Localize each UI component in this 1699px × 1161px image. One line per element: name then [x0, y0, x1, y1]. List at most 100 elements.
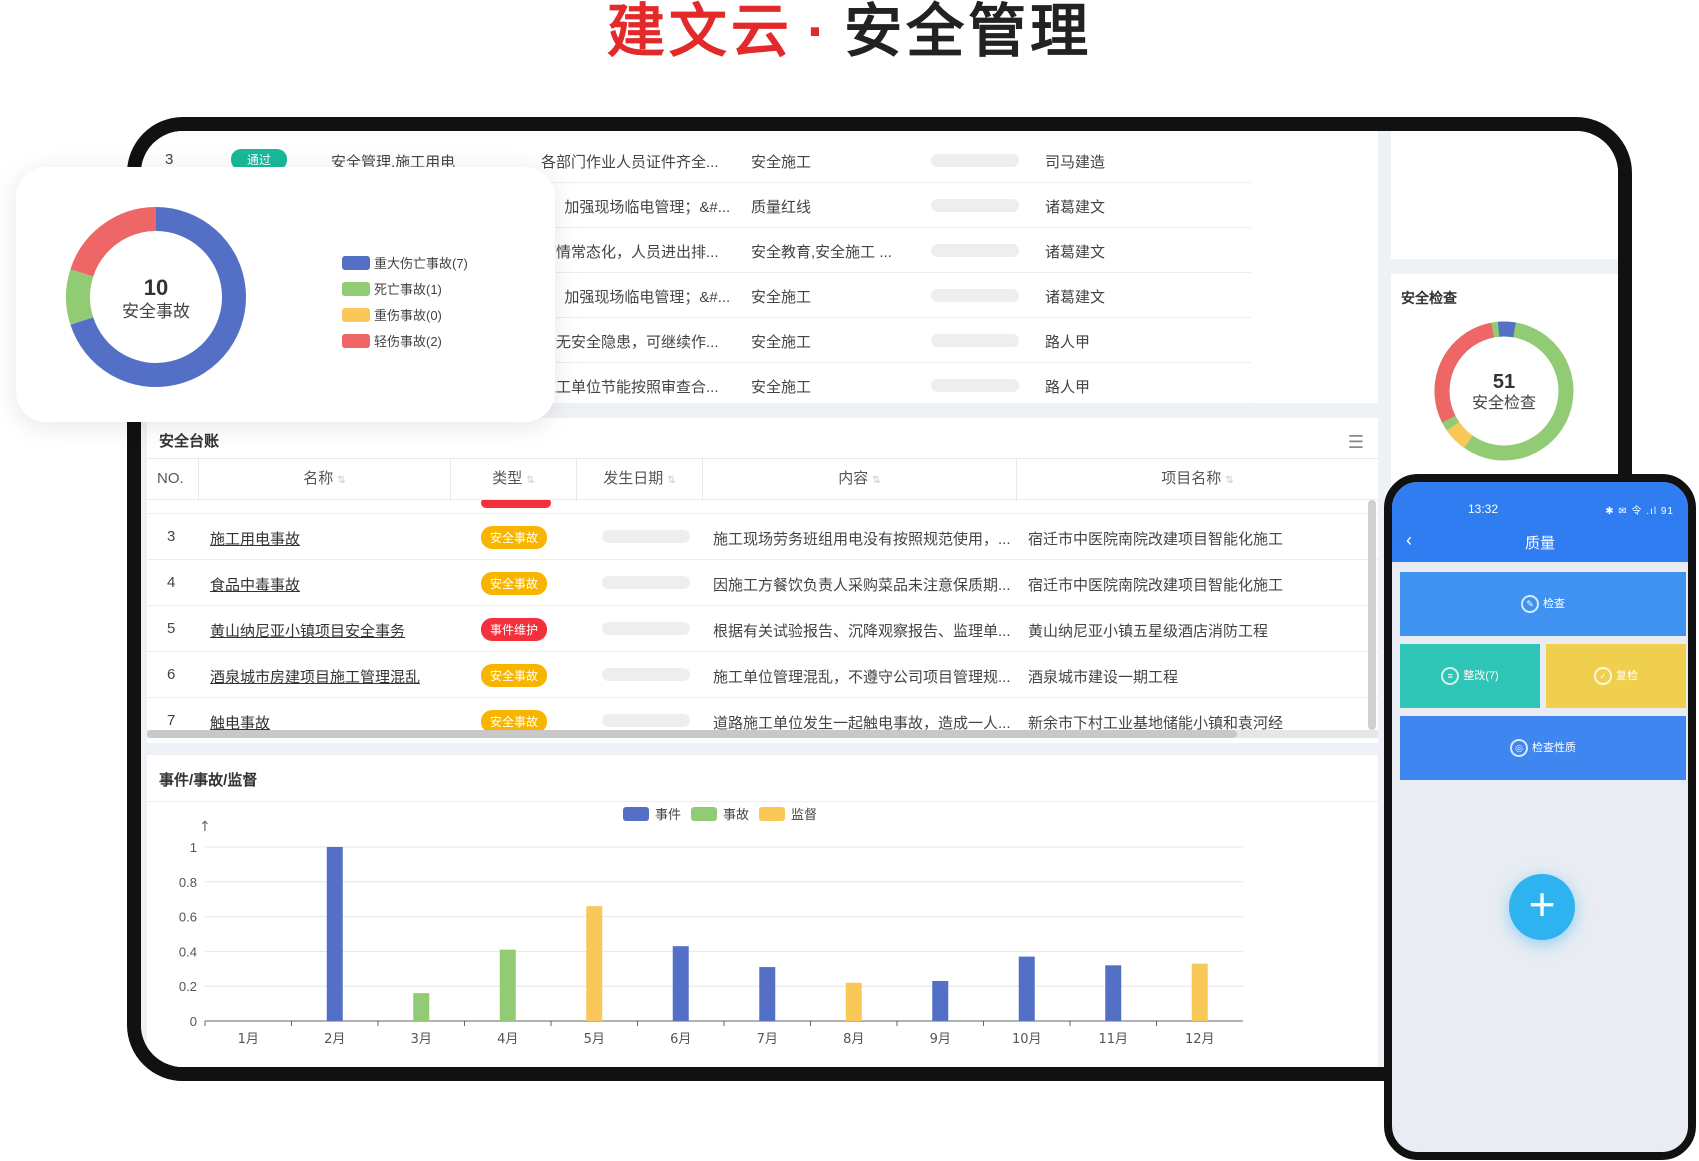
legend-swatch: [342, 256, 370, 270]
table-row[interactable]: 4 食品中毒事故 安全事故 因施工方餐饮负责人采购菜品未注意保质期... 宿迁市…: [147, 560, 1378, 606]
type-tag: 事件维护: [481, 618, 548, 641]
safety-ledger-card: 安全台账 ☰ NO. 名称 ⇅ 类型 ⇅ 发生日期 ⇅ 内容 ⇅ 项目名称 ⇅ 3 施工用…: [147, 418, 1378, 743]
legend-swatch: [759, 807, 785, 821]
col-type[interactable]: 类型 ⇅: [451, 459, 577, 501]
x-tick-label: 5月: [584, 1032, 605, 1047]
row-category: 安全施工: [751, 379, 812, 396]
col-project[interactable]: 项目名称 ⇅: [1017, 459, 1378, 501]
document-icon: ≡: [1441, 667, 1460, 686]
row-number: 6: [167, 666, 176, 683]
legend-item[interactable]: 死亡事故(1): [342, 279, 442, 298]
menu-icon[interactable]: ☰: [1348, 432, 1364, 453]
col-no[interactable]: NO.: [147, 459, 199, 501]
row-owner: 诸葛建文: [1045, 289, 1106, 306]
accident-donut: 10 安全事故: [66, 207, 246, 387]
legend-swatch: [342, 282, 370, 296]
sort-icon: ⇅: [1225, 475, 1234, 486]
row-owner: 路人甲: [1045, 334, 1091, 351]
tile-recheck[interactable]: ✓ 复检: [1546, 644, 1686, 708]
blurred-value: [931, 379, 1019, 392]
table-row[interactable]: 6 酒泉城市房建项目施工管理混乱 安全事故 施工单位管理混乱，不遵守公司项目管理…: [147, 652, 1378, 698]
tile-inspection-type[interactable]: ◎ 检查性质: [1400, 716, 1686, 780]
row-project: 宿迁市中医院南院改建项目智能化施工: [1028, 531, 1284, 548]
legend-item[interactable]: 重伤事故(0): [342, 305, 442, 324]
brand-dot: ·: [806, 0, 831, 64]
safety-check-total: 51: [1493, 371, 1515, 393]
tile-rectify[interactable]: ≡ 整改(7): [1400, 644, 1540, 708]
add-button[interactable]: +: [1509, 874, 1575, 940]
bar: [1105, 965, 1122, 1021]
col-content[interactable]: 内容 ⇅: [703, 459, 1017, 501]
phone-header: 13:32 ✱ ✉ 令 .ıl 91 ‹ 质量: [1392, 482, 1688, 562]
status-time: 13:32: [1468, 502, 1499, 516]
sort-icon: ⇅: [667, 475, 676, 486]
y-tick-label: 0.6: [179, 910, 197, 925]
legend-item[interactable]: 重大伤亡事故(7): [342, 253, 468, 272]
edit-icon: ✎: [1521, 595, 1539, 614]
table-row[interactable]: 3 施工用电事故 安全事故 施工现场劳务班组用电没有按照规范使用，... 宿迁市…: [147, 514, 1378, 560]
axis-arrow-icon: ↑: [199, 819, 211, 835]
vertical-scrollbar[interactable]: [1368, 500, 1376, 730]
row-project: 酒泉城市建设一期工程: [1028, 669, 1179, 686]
x-tick-label: 4月: [497, 1032, 518, 1047]
table-row[interactable]: 5 黄山纳尼亚小镇项目安全事务 事件维护 根据有关试验报告、沉降观察报告、监理单…: [147, 606, 1378, 652]
x-tick-label: 8月: [843, 1032, 864, 1047]
row-content: 根据有关试验报告、沉降观察报告、监理单...: [713, 623, 1011, 640]
x-tick-label: 9月: [930, 1032, 951, 1047]
row-name-link[interactable]: 施工用电事故: [210, 528, 300, 549]
col-date[interactable]: 发生日期 ⇅: [577, 459, 703, 501]
row-number: 4: [167, 574, 176, 591]
blurred-date: [602, 668, 690, 681]
row-content: 各部门作业人员证件齐全...: [541, 154, 719, 171]
row-name-link[interactable]: 食品中毒事故: [210, 574, 300, 595]
phone-title: 质量: [1524, 535, 1555, 552]
status-icons: ✱ ✉ 令 .ıl 91: [1605, 506, 1674, 517]
legend-swatch: [623, 807, 649, 821]
y-tick-label: 1: [190, 840, 197, 855]
blurred-value: [931, 289, 1019, 302]
row-project: 黄山纳尼亚小镇五星级酒店消防工程: [1028, 623, 1269, 640]
legend-label: 事件: [655, 808, 681, 823]
row-name-link[interactable]: 黄山纳尼亚小镇项目安全事务: [210, 620, 405, 641]
x-tick-label: 10月: [1012, 1032, 1042, 1047]
row-content: 疫情常态化，人员进出排...: [541, 244, 719, 261]
row-category: 质量红线: [751, 199, 812, 216]
pie-slice: [66, 269, 94, 325]
ledger-title: 安全台账: [159, 433, 220, 450]
row-project: 宿迁市中医院南院改建项目智能化施工: [1028, 577, 1284, 594]
pie-slice: [70, 207, 157, 278]
row-content: 暂无安全隐患，可继续作...: [541, 334, 719, 351]
tile-inspect[interactable]: ✎ 检查: [1400, 572, 1686, 636]
row-owner: 诸葛建文: [1045, 244, 1106, 261]
brand-name: 建文云: [606, 0, 793, 64]
x-tick-label: 6月: [670, 1032, 691, 1047]
bar: [1018, 956, 1035, 1021]
type-tag: 安全事故: [481, 572, 548, 595]
row-content: 因施工方餐饮负责人采购菜品未注意保质期...: [713, 577, 1011, 594]
x-tick-label: 3月: [411, 1032, 432, 1047]
legend-item[interactable]: 轻伤事故(2): [342, 331, 442, 350]
right-top-card: [1391, 131, 1618, 259]
x-tick-label: 1月: [238, 1032, 259, 1047]
scrollbar-thumb[interactable]: [147, 730, 1237, 738]
horizontal-scrollbar[interactable]: [147, 730, 1378, 738]
row-owner: 诸葛建文: [1045, 199, 1106, 216]
chart-title: 事件/事故/监督: [159, 772, 258, 789]
safety-check-donut: 51 安全检查: [1434, 321, 1574, 461]
legend-label: 监督: [791, 808, 817, 823]
ledger-table-body: 3 施工用电事故 安全事故 施工现场劳务班组用电没有按照规范使用，... 宿迁市…: [147, 500, 1378, 740]
blurred-date: [602, 714, 690, 727]
sort-icon: ⇅: [337, 475, 346, 486]
row-name-link[interactable]: 酒泉城市房建项目施工管理混乱: [210, 666, 420, 687]
row-content: 施工单位节能按照审查合...: [541, 379, 719, 396]
brand-title: 建文云 · 安全管理: [0, 0, 1699, 80]
row-category: 安全教育,安全施工 ...: [751, 244, 892, 261]
blurred-value: [931, 334, 1019, 347]
col-name[interactable]: 名称 ⇅: [199, 459, 451, 501]
bar: [845, 982, 862, 1021]
blurred-value: [931, 244, 1019, 257]
row-content: 施工单位管理混乱，不遵守公司项目管理规...: [713, 669, 1011, 686]
x-tick-label: 2月: [324, 1032, 345, 1047]
type-tag: 安全事故: [481, 526, 548, 549]
bar: [932, 980, 949, 1021]
